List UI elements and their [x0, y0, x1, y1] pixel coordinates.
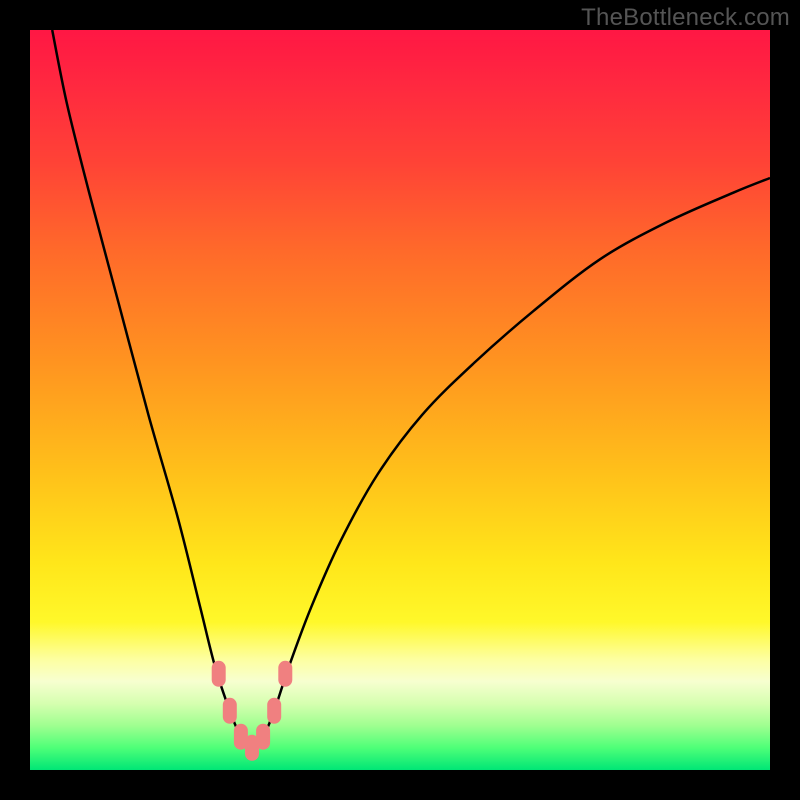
plot-area [30, 30, 770, 770]
curve-layer [30, 30, 770, 770]
marker-point [256, 724, 270, 750]
curve-markers [212, 661, 293, 761]
watermark-text: TheBottleneck.com [581, 4, 790, 32]
marker-point [212, 661, 226, 687]
marker-point [278, 661, 292, 687]
chart-frame: TheBottleneck.com [0, 0, 800, 800]
marker-point [267, 698, 281, 724]
bottleneck-curve [52, 30, 770, 748]
marker-point [223, 698, 237, 724]
